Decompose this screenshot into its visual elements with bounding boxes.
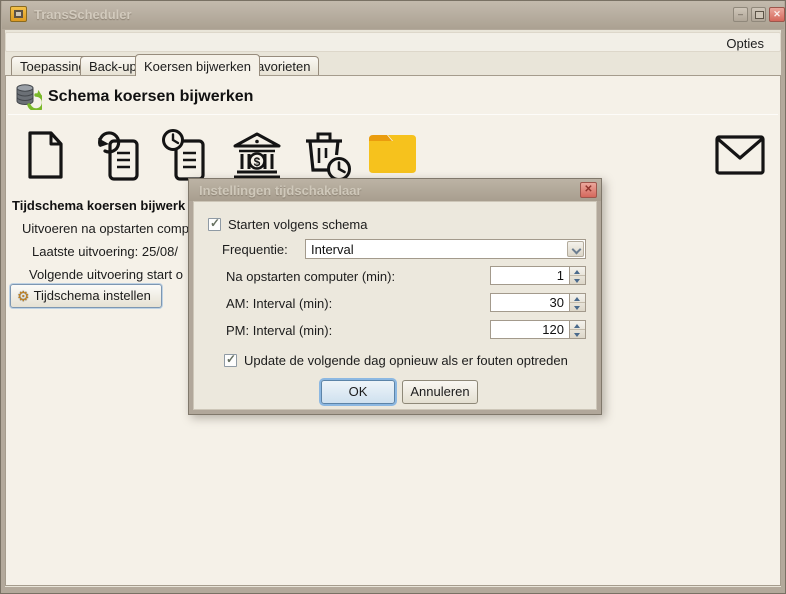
frequency-label: Frequentie: <box>222 242 288 257</box>
pm-interval-spinner[interactable] <box>569 321 585 338</box>
close-button[interactable]: ✕ <box>769 7 785 22</box>
pm-interval-input[interactable] <box>490 320 586 339</box>
titlebar[interactable]: TransScheduler – ✕ <box>2 1 784 29</box>
maximize-button[interactable] <box>751 7 766 22</box>
retry-label: Update de volgende dag opnieuw als er fo… <box>244 353 568 368</box>
menu-opties[interactable]: Opties <box>718 34 772 53</box>
schedule-info-line-1: Uitvoeren na opstarten comp <box>22 221 189 236</box>
window-title: TransScheduler <box>34 7 132 22</box>
minimize-button[interactable]: – <box>733 7 748 22</box>
pm-interval-label: PM: Interval (min): <box>226 323 332 338</box>
spin-down-icon[interactable] <box>570 276 585 285</box>
spin-up-icon[interactable] <box>570 294 585 303</box>
refresh-document-icon[interactable] <box>94 128 148 182</box>
after-startup-spinner[interactable] <box>569 267 585 284</box>
bank-icon[interactable]: $ <box>230 130 284 180</box>
dialog-body: Starten volgens schema Frequentie: Inter… <box>193 201 597 410</box>
schedule-info-line-3: Volgende uitvoering start o <box>29 267 183 282</box>
svg-text:$: $ <box>254 155 261 169</box>
set-schedule-button[interactable]: ⚙ Tijdschema instellen <box>10 284 162 308</box>
start-schedule-label: Starten volgens schema <box>228 217 367 232</box>
app-window: TransScheduler – ✕ Opties Toepassing Bac… <box>0 0 786 594</box>
mail-icon[interactable] <box>714 134 766 176</box>
app-icon <box>10 6 27 22</box>
am-interval-spinner[interactable] <box>569 294 585 311</box>
after-startup-input[interactable] <box>490 266 586 285</box>
spin-up-icon[interactable] <box>570 267 585 276</box>
schedule-info-line-2: Laatste uitvoering: 25/08/ <box>32 244 178 259</box>
database-refresh-icon <box>14 82 42 110</box>
page-title: Schema koersen bijwerken <box>48 88 253 106</box>
start-schedule-checkbox[interactable] <box>208 218 221 231</box>
am-interval-input[interactable] <box>490 293 586 312</box>
am-interval-label: AM: Interval (min): <box>226 296 332 311</box>
dropdown-arrow-icon[interactable] <box>567 241 584 257</box>
dialog-close-button[interactable]: ✕ <box>580 182 597 198</box>
scheduled-document-icon[interactable] <box>160 128 214 182</box>
divider <box>8 114 778 115</box>
menubar: Opties <box>5 32 781 52</box>
ok-button[interactable]: OK <box>321 380 395 404</box>
schedule-info-title: Tijdschema koersen bijwerk <box>12 198 185 213</box>
after-startup-value[interactable] <box>491 267 568 284</box>
new-document-icon[interactable] <box>23 130 67 180</box>
pm-interval-value[interactable] <box>491 321 568 338</box>
folder-icon[interactable] <box>367 131 421 177</box>
cancel-button[interactable]: Annuleren <box>402 380 478 404</box>
dialog-title: Instellingen tijdschakelaar <box>199 183 362 198</box>
dialog-titlebar[interactable]: Instellingen tijdschakelaar ✕ <box>189 179 601 201</box>
am-interval-value[interactable] <box>491 294 568 311</box>
spin-down-icon[interactable] <box>570 303 585 312</box>
spin-up-icon[interactable] <box>570 321 585 330</box>
tab-koersen-bijwerken[interactable]: Koersen bijwerken <box>135 54 260 76</box>
frequency-value: Interval <box>311 242 354 257</box>
after-startup-label: Na opstarten computer (min): <box>226 269 395 284</box>
delete-schedule-icon[interactable] <box>298 128 354 184</box>
settings-dialog: Instellingen tijdschakelaar ✕ Starten vo… <box>188 178 602 415</box>
retry-checkbox[interactable] <box>224 354 237 367</box>
gear-icon: ⚙ <box>17 288 30 304</box>
spin-down-icon[interactable] <box>570 330 585 339</box>
set-schedule-button-label: Tijdschema instellen <box>34 288 151 303</box>
frequency-dropdown[interactable]: Interval <box>305 239 586 259</box>
